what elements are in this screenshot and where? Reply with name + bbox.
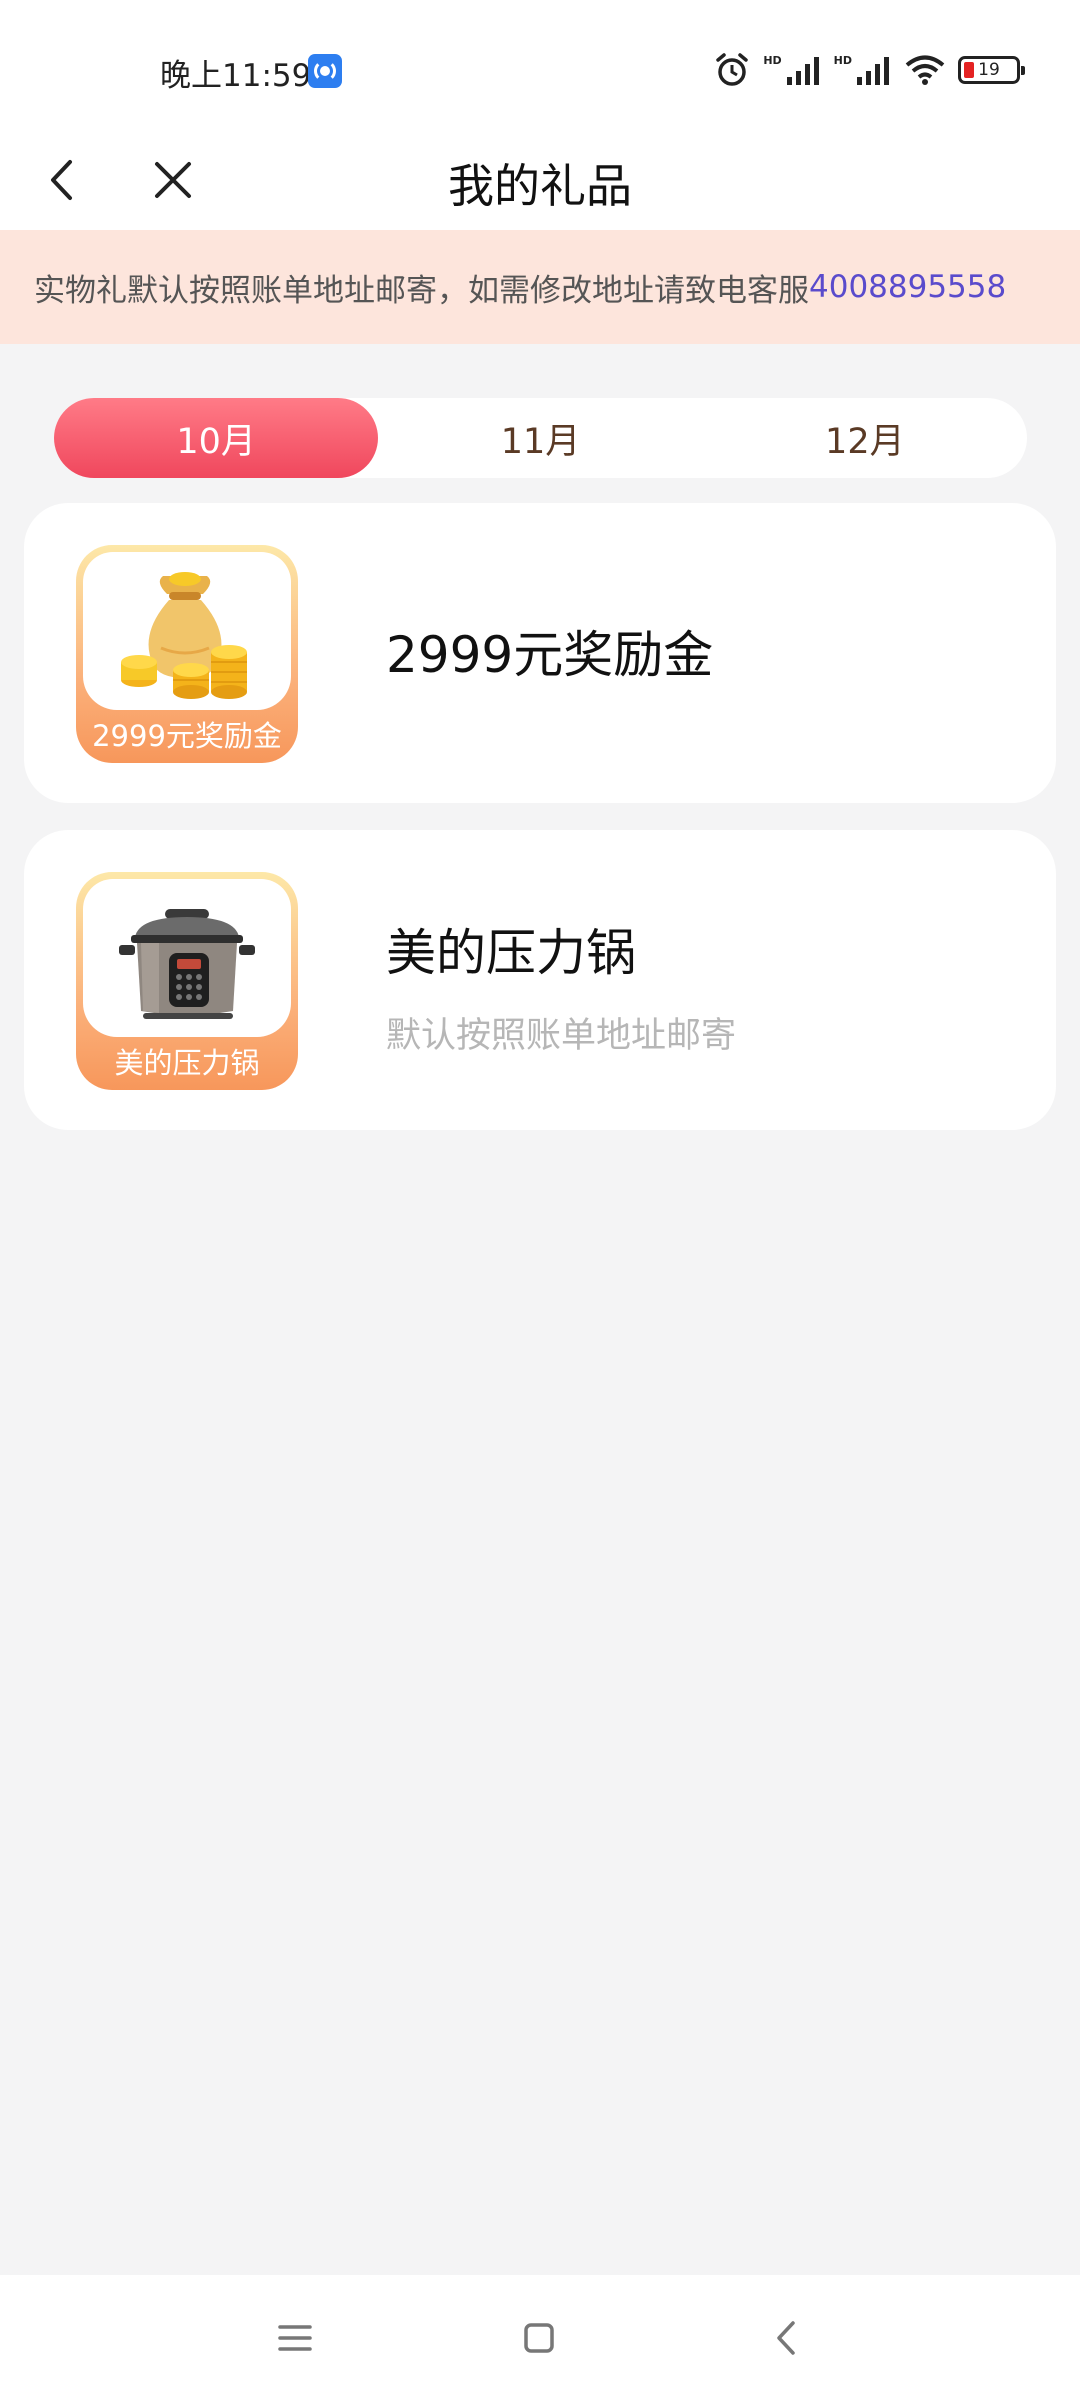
hd-label-2: HD <box>833 53 852 67</box>
tab-november[interactable]: 11月 <box>378 398 702 478</box>
home-button[interactable] <box>514 2313 564 2363</box>
tab-december[interactable]: 12月 <box>703 398 1027 478</box>
tab-october[interactable]: 10月 <box>54 398 379 478</box>
gift-thumbnail-label: 美的压力锅 <box>114 1046 260 1080</box>
hotspot-icon <box>308 54 342 88</box>
gift-subtitle: 默认按照账单地址邮寄 <box>386 1016 737 1056</box>
home-square-icon <box>524 2323 554 2353</box>
back-triangle-icon <box>777 2321 795 2355</box>
battery-icon: 19 <box>958 56 1025 84</box>
gift-title: 2999元奖励金 <box>386 626 714 684</box>
gift-thumbnail: 美的压力锅 <box>76 872 298 1090</box>
money-bag-icon <box>121 572 247 699</box>
page-title: 我的礼品 <box>448 159 632 213</box>
gift-thumbnail: 2999元奖励金 <box>76 545 298 763</box>
battery-level: 19 <box>978 60 1000 80</box>
alarm-icon <box>716 53 749 86</box>
signal-icon-2 <box>857 57 889 85</box>
recent-apps-button[interactable] <box>270 2313 320 2363</box>
menu-icon <box>278 2325 312 2351</box>
notice-text: 实物礼默认按照账单地址邮寄，如需修改地址请致电客服 <box>34 272 809 309</box>
gift-card[interactable]: 2999元奖励金 2999元奖励金 <box>24 503 1056 803</box>
hd-label-1: HD <box>763 53 782 67</box>
system-back-button[interactable] <box>762 2313 812 2363</box>
nav-bar: 我的礼品 <box>0 130 1080 230</box>
notice-banner: 实物礼默认按照账单地址邮寄，如需修改地址请致电客服 4008895558 <box>0 230 1080 344</box>
wifi-icon <box>905 55 945 85</box>
gift-card[interactable]: 美的压力锅 美的压力锅 默认按照账单地址邮寄 <box>24 830 1056 1130</box>
pressure-cooker-icon <box>119 909 255 1019</box>
status-time: 晚上11:59 <box>160 58 312 94</box>
gift-thumbnail-label: 2999元奖励金 <box>92 719 282 753</box>
status-icons: HD HD 19 <box>713 50 1025 90</box>
service-phone-link[interactable]: 4008895558 <box>809 269 1006 305</box>
status-bar: 晚上11:59 HD HD 19 <box>0 0 1080 130</box>
system-nav-bar <box>0 2275 1080 2400</box>
gift-title: 美的压力锅 <box>386 924 636 982</box>
month-tabs: 10月 11月 12月 <box>54 398 1027 478</box>
signal-icon-1 <box>786 57 819 85</box>
